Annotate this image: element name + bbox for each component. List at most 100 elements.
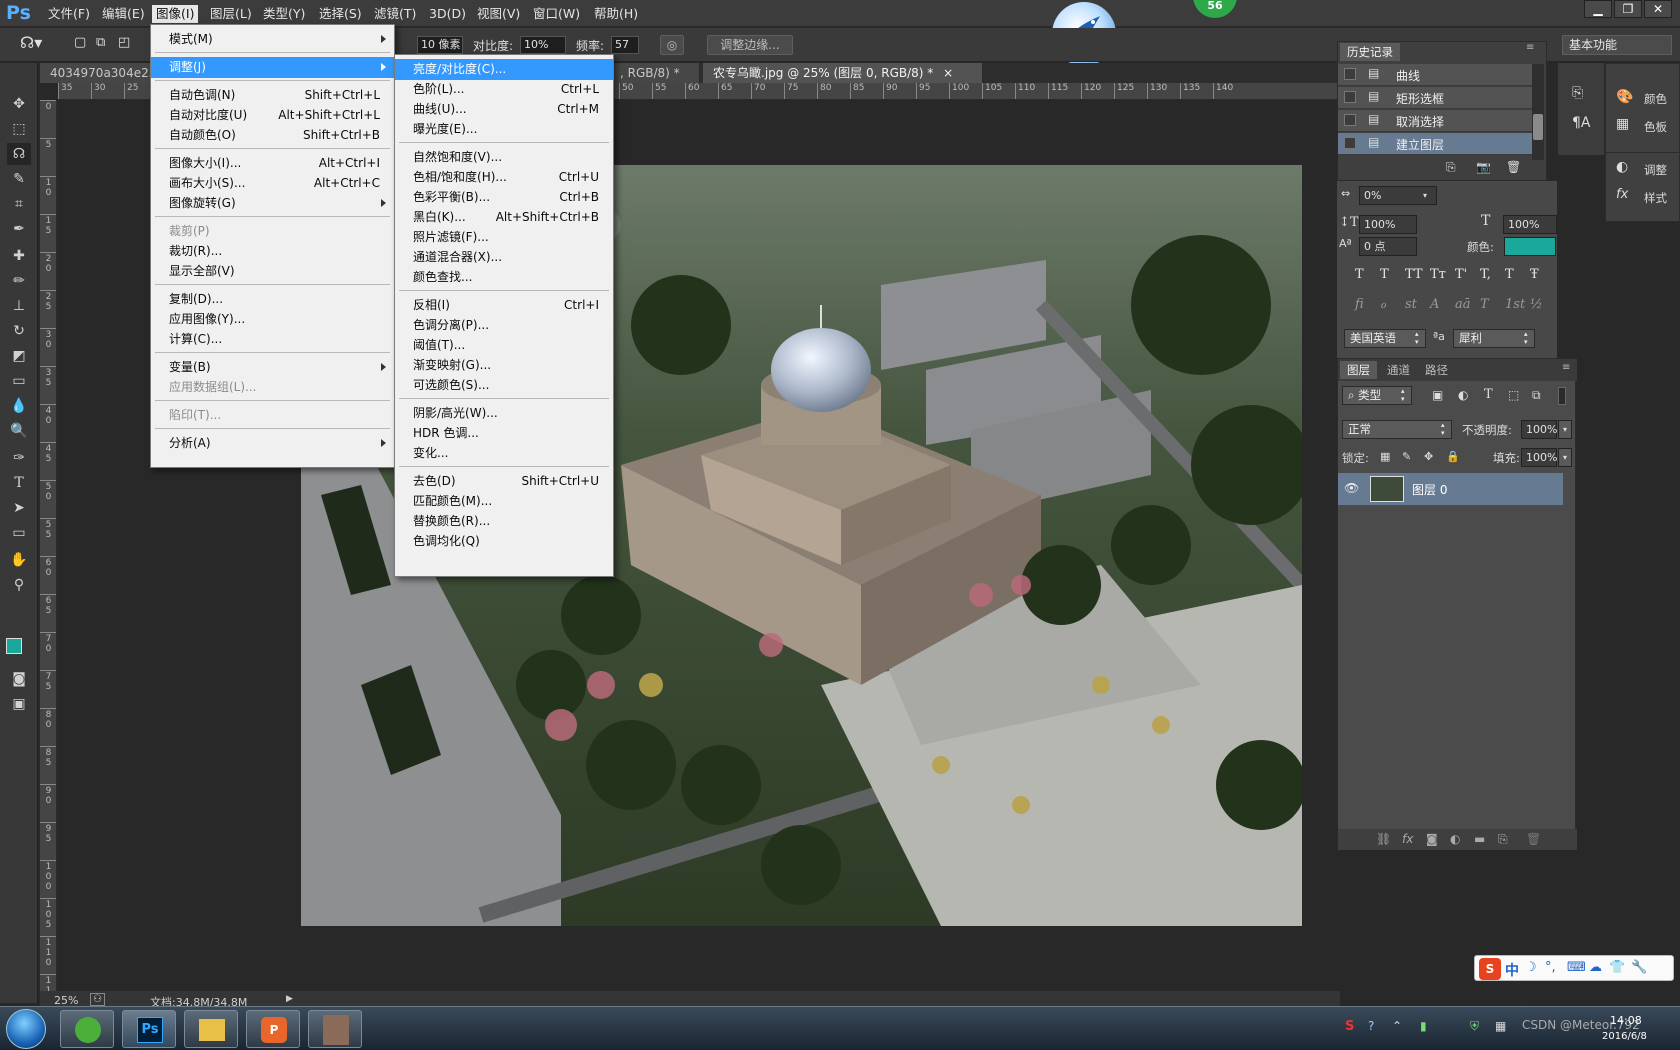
- opacity-input[interactable]: 100%: [1521, 420, 1557, 439]
- brush-tool-icon[interactable]: ✏: [7, 270, 31, 292]
- filter-smart-object-icon[interactable]: ⧉: [1532, 388, 1541, 403]
- healing-tool-icon[interactable]: ✚: [7, 245, 31, 267]
- history-state[interactable]: ▤ 取消选择: [1338, 110, 1533, 132]
- status-arrow-icon[interactable]: ▶: [286, 994, 293, 1004]
- image-menu-item[interactable]: 图像大小(I)... Alt+Ctrl+I: [151, 153, 394, 174]
- taskbar-explorer[interactable]: [184, 1010, 238, 1048]
- adjust-menu-item[interactable]: 渐变映射(G)...: [395, 355, 613, 376]
- workspace-select[interactable]: 基本功能: [1562, 35, 1672, 55]
- trash-icon[interactable]: 🗑: [1506, 160, 1521, 174]
- start-button-icon[interactable]: [6, 1009, 46, 1049]
- hand-tool-icon[interactable]: ✋: [7, 549, 31, 571]
- image-menu-item[interactable]: 裁切(R)...: [151, 241, 394, 262]
- history-brush-icon[interactable]: ↻: [7, 320, 31, 342]
- image-menu-item[interactable]: 调整(J): [151, 57, 394, 78]
- tab-channels[interactable]: 通道: [1380, 361, 1417, 379]
- adjust-menu-item[interactable]: 阈值(T)...: [395, 335, 613, 356]
- adjust-menu-item[interactable]: 黑白(K)... Alt+Shift+Ctrl+B: [395, 207, 613, 228]
- tab-layers[interactable]: 图层: [1340, 361, 1377, 379]
- image-menu-item[interactable]: 模式(M): [151, 29, 394, 50]
- menu-edit[interactable]: 编辑(E): [98, 5, 149, 23]
- zoom-tool-icon[interactable]: ⚲: [7, 574, 31, 596]
- type-style-button[interactable]: T: [1380, 267, 1389, 282]
- delete-layer-icon[interactable]: 🗑: [1526, 832, 1541, 846]
- image-menu-item[interactable]: 应用图像(Y)...: [151, 309, 394, 330]
- adjust-menu-item[interactable]: 反相(I) Ctrl+I: [395, 295, 613, 316]
- restore-icon[interactable]: ❐: [1614, 0, 1642, 18]
- opacity-dropdown-icon[interactable]: ▾: [1558, 420, 1572, 439]
- panel-menu-icon[interactable]: ≡: [1562, 362, 1570, 373]
- menu-layer[interactable]: 图层(L): [206, 5, 256, 23]
- add-selection-icon[interactable]: ⧉: [96, 35, 105, 50]
- new-layer-icon[interactable]: ⎘: [1498, 832, 1508, 847]
- lock-transparent-icon[interactable]: ▦: [1380, 450, 1390, 463]
- vertical-scale-input[interactable]: 100%: [1359, 215, 1417, 234]
- minimize-icon[interactable]: ▁: [1584, 0, 1612, 18]
- tools-icon[interactable]: 🔧: [1631, 960, 1647, 975]
- quick-mask-icon[interactable]: ◙: [7, 668, 31, 690]
- menu-filter[interactable]: 滤镜(T): [370, 5, 420, 23]
- image-menu-item[interactable]: 变量(B): [151, 357, 394, 378]
- foreground-color-swatch[interactable]: [6, 638, 22, 654]
- layer-name[interactable]: 图层 0: [1412, 481, 1447, 498]
- history-brush-source-checkbox[interactable]: [1344, 68, 1356, 80]
- filter-shape-icon[interactable]: ⬚: [1508, 388, 1519, 402]
- type-tool-icon[interactable]: T: [7, 472, 31, 494]
- fx-icon[interactable]: fx: [1402, 832, 1413, 846]
- swatches-panel-label[interactable]: 色板: [1644, 119, 1667, 135]
- history-brush-source-checkbox[interactable]: [1344, 114, 1356, 126]
- baseline-shift-input[interactable]: 0 点: [1359, 237, 1417, 256]
- image-menu-item[interactable]: 图像旋转(G): [151, 193, 394, 214]
- adjust-menu-item[interactable]: 色相/饱和度(H)... Ctrl+U: [395, 167, 613, 188]
- menu-select[interactable]: 选择(S): [315, 5, 366, 23]
- type-style-button[interactable]: T': [1455, 267, 1467, 282]
- menu-type[interactable]: 类型(Y): [259, 5, 309, 23]
- swatches-grid-icon[interactable]: ▦: [1616, 116, 1629, 132]
- adjustments-icon[interactable]: ◐: [1616, 159, 1628, 175]
- language-select[interactable]: 美国英语: [1344, 329, 1426, 348]
- eye-visibility-icon[interactable]: 👁: [1344, 481, 1359, 495]
- tracking-dropdown-icon[interactable]: ▾: [1423, 186, 1427, 205]
- color-panel-label[interactable]: 颜色: [1644, 91, 1667, 107]
- adjust-menu-item[interactable]: 曝光度(E)...: [395, 119, 613, 140]
- adjust-menu-item[interactable]: 通道混合器(X)...: [395, 247, 613, 268]
- image-menu-item[interactable]: 显示全部(V): [151, 261, 394, 282]
- layer-row[interactable]: 👁 图层 0: [1338, 473, 1563, 505]
- fill-input[interactable]: 100%: [1521, 448, 1557, 467]
- adjust-menu-item[interactable]: 自然饱和度(V)...: [395, 147, 613, 168]
- adjust-menu-item[interactable]: 匹配颜色(M)...: [395, 491, 613, 512]
- taskbar-photoshop[interactable]: Ps: [122, 1010, 176, 1048]
- menu-3d[interactable]: 3D(D): [425, 5, 470, 23]
- adjust-menu-item[interactable]: 色阶(L)... Ctrl+L: [395, 79, 613, 100]
- menu-help[interactable]: 帮助(H): [590, 5, 642, 23]
- adjust-menu-item[interactable]: 色调均化(Q): [395, 531, 613, 552]
- adjust-menu-item[interactable]: 颜色查找...: [395, 267, 613, 288]
- menu-view[interactable]: 视图(V): [473, 5, 524, 23]
- adjust-menu-item[interactable]: 去色(D) Shift+Ctrl+U: [395, 471, 613, 492]
- pen-tool-icon[interactable]: ✑: [7, 447, 31, 469]
- keyboard-icon[interactable]: ⌨: [1567, 960, 1586, 975]
- character-panel-icon[interactable]: ¶A: [1572, 115, 1590, 131]
- crop-tool-icon[interactable]: ⌗: [7, 193, 31, 215]
- history-state[interactable]: ▤ 曲线: [1338, 64, 1533, 86]
- status-options-icon[interactable]: ⚇: [90, 993, 105, 1006]
- type-style-button[interactable]: ℴ: [1380, 297, 1386, 312]
- type-style-button[interactable]: Ŧ: [1530, 267, 1539, 282]
- lock-position-icon[interactable]: ✥: [1424, 450, 1433, 463]
- camera-snapshot-icon[interactable]: 📷: [1476, 160, 1491, 174]
- stamp-tool-icon[interactable]: ⊥: [7, 295, 31, 317]
- menu-window[interactable]: 窗口(W): [529, 5, 584, 23]
- dodge-tool-icon[interactable]: 🔍: [7, 420, 31, 442]
- image-menu-item[interactable]: 自动色调(N) Shift+Ctrl+L: [151, 85, 394, 106]
- quick-select-tool-icon[interactable]: ✎: [7, 168, 31, 190]
- subtract-selection-icon[interactable]: ◰: [118, 35, 130, 50]
- type-style-button[interactable]: st: [1405, 297, 1417, 312]
- type-style-button[interactable]: A: [1430, 297, 1439, 312]
- security-shield-icon[interactable]: ⛨: [1470, 1019, 1479, 1034]
- lock-all-icon[interactable]: 🔒: [1446, 450, 1460, 463]
- sogou-tray-icon[interactable]: S: [1345, 1019, 1354, 1034]
- taskbar-wps[interactable]: P: [246, 1010, 300, 1048]
- close-tab-icon[interactable]: ×: [943, 66, 953, 80]
- path-select-icon[interactable]: ➤: [7, 497, 31, 519]
- move-tool-icon[interactable]: ✥: [7, 93, 31, 115]
